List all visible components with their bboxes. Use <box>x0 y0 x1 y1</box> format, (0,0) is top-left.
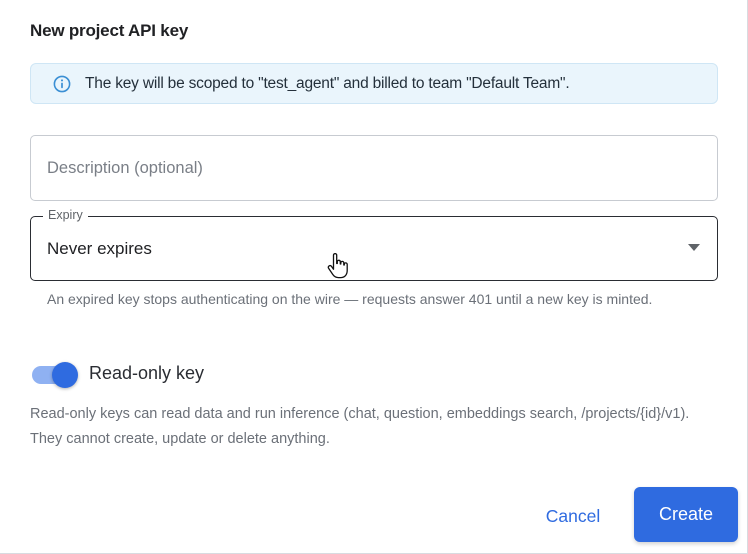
toggle-thumb[interactable] <box>52 362 78 388</box>
expiry-label: Expiry <box>43 208 88 222</box>
info-banner: The key will be scoped to "test_agent" a… <box>30 63 718 104</box>
info-banner-text: The key will be scoped to "test_agent" a… <box>85 75 570 92</box>
read-only-helper-text: Read-only keys can read data and run inf… <box>30 406 690 447</box>
read-only-toggle[interactable] <box>32 361 78 388</box>
info-icon <box>53 75 71 93</box>
expiry-select[interactable]: Expiry Never expires <box>30 208 718 281</box>
expiry-helper-text: An expired key stops authenticating on t… <box>47 291 653 307</box>
description-input[interactable] <box>47 154 687 182</box>
api-key-dialog: New project API key The key will be scop… <box>0 0 748 554</box>
caret-down-icon[interactable] <box>688 244 700 252</box>
create-button[interactable]: Create <box>634 487 738 542</box>
cancel-button[interactable]: Cancel <box>526 496 620 536</box>
dialog-title: New project API key <box>30 21 189 40</box>
hand-pointer-cursor-icon <box>327 253 348 279</box>
read-only-label[interactable]: Read-only key <box>89 363 204 384</box>
expiry-selected-value: Never expires <box>47 239 152 258</box>
description-field[interactable] <box>30 135 718 201</box>
